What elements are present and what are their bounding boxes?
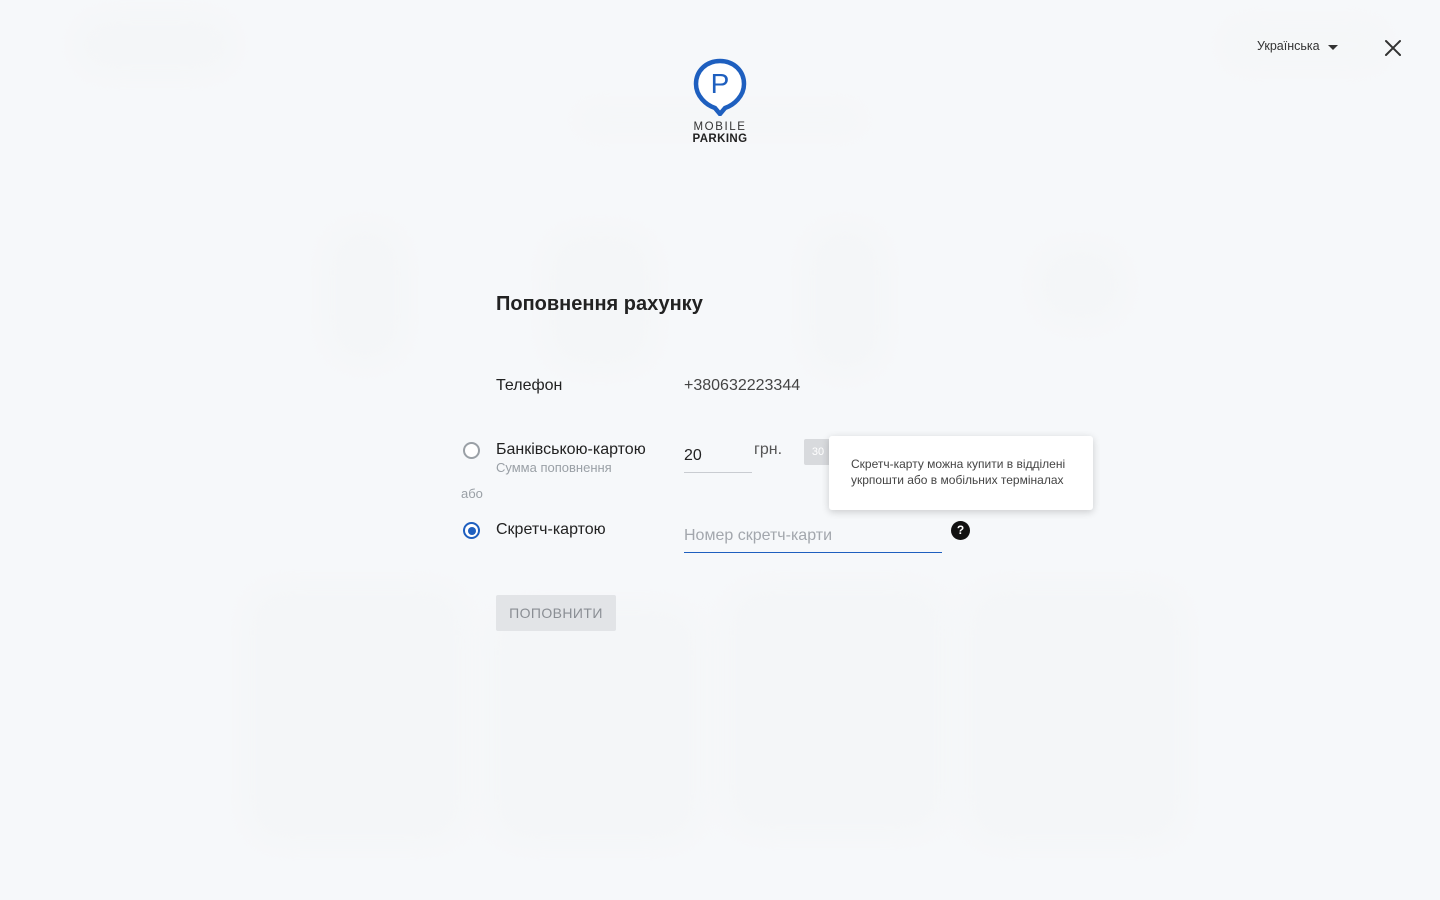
logo-text-parking: PARKING bbox=[692, 133, 748, 145]
svg-text:P: P bbox=[711, 68, 730, 99]
currency-label: грн. bbox=[754, 441, 783, 458]
or-divider: або bbox=[461, 486, 483, 501]
amount-input[interactable] bbox=[684, 434, 752, 473]
logo-text-mobile: MOBILE bbox=[693, 121, 747, 133]
language-selector[interactable]: Українська bbox=[1257, 39, 1338, 53]
amount-sublabel: Сумма поповнення bbox=[496, 460, 612, 475]
scratch-card-radio[interactable] bbox=[463, 522, 480, 539]
parking-pin-icon: P bbox=[693, 58, 747, 116]
bank-card-label[interactable]: Банківською-картою bbox=[496, 441, 646, 459]
help-icon[interactable]: ? bbox=[951, 521, 970, 540]
close-icon[interactable] bbox=[1382, 37, 1404, 59]
language-label: Українська bbox=[1257, 39, 1320, 53]
phone-value: +380632223344 bbox=[684, 377, 801, 394]
bank-card-radio[interactable] bbox=[463, 442, 480, 459]
chevron-down-icon bbox=[1327, 44, 1338, 50]
mobile-parking-logo: P MOBILE PARKING bbox=[680, 58, 760, 145]
quick-amount-button[interactable]: 30 bbox=[804, 439, 832, 465]
scratch-card-tooltip: Скретч-карту можна купити в відділені ук… bbox=[829, 436, 1093, 510]
page-title: Поповнення рахунку bbox=[496, 293, 703, 315]
scratch-card-label[interactable]: Скретч-картою bbox=[496, 521, 606, 539]
scratch-card-number-input[interactable] bbox=[684, 514, 942, 553]
top-up-button[interactable]: ПОПОВНИТИ bbox=[496, 595, 616, 631]
phone-label: Телефон bbox=[496, 377, 563, 394]
